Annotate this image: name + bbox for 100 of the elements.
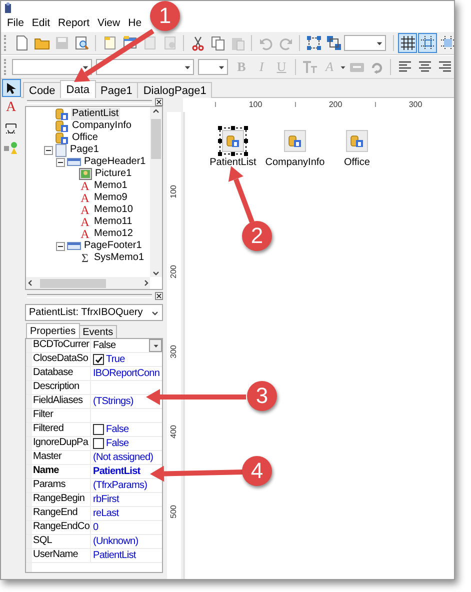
text-object-icon: A <box>79 192 91 204</box>
text-object-icon: A <box>79 216 91 228</box>
ruler-label: 400 <box>170 425 178 439</box>
chevron-down-icon[interactable] <box>151 308 159 316</box>
property-value[interactable]: PatientList <box>93 466 140 478</box>
close-icon[interactable] <box>155 98 163 106</box>
tree-item[interactable]: PageFooter1 <box>83 240 143 252</box>
grid-button[interactable] <box>398 33 417 53</box>
property-value[interactable]: (Unknown) <box>93 536 138 548</box>
property-value[interactable]: (TfrxParams) <box>93 480 148 492</box>
band-icon <box>4 121 18 135</box>
scrollbar[interactable] <box>150 107 162 277</box>
dataset-object[interactable] <box>218 126 248 156</box>
checkbox[interactable] <box>93 354 104 365</box>
property-value[interactable]: rbFirst <box>93 494 119 506</box>
text-object-icon: Σ <box>79 252 91 264</box>
scroll-thumb[interactable] <box>151 119 161 159</box>
checkbox[interactable] <box>93 424 104 435</box>
menu-item[interactable]: Edit <box>28 16 54 30</box>
menu-item[interactable]: View <box>94 16 124 30</box>
tree-item[interactable]: Memo10 <box>93 204 134 216</box>
ruler-label: 300 <box>170 345 178 359</box>
group-button[interactable] <box>304 33 323 53</box>
dropdown-caret-icon <box>340 64 346 70</box>
tree-item[interactable]: Memo11 <box>93 216 134 228</box>
property-value[interactable]: PatientList <box>93 550 136 562</box>
collapse-icon[interactable] <box>56 158 65 166</box>
dropdown-field[interactable] <box>344 35 386 51</box>
checkbox[interactable] <box>93 438 104 449</box>
property-name: CloseDataSo <box>32 353 91 366</box>
menu-item[interactable]: Report <box>54 16 94 30</box>
collapse-icon[interactable] <box>44 146 53 154</box>
property-value[interactable]: False <box>106 424 129 436</box>
property-value[interactable]: False <box>93 340 116 352</box>
tree-item[interactable]: CompanyInfo <box>71 120 132 132</box>
menu-item[interactable]: He <box>124 16 146 30</box>
property-value[interactable]: True <box>106 354 125 366</box>
page-icon <box>142 35 158 51</box>
tree-item[interactable]: Page1 <box>69 144 100 156</box>
tab[interactable]: Data <box>60 80 96 98</box>
scroll-right-icon[interactable] <box>142 279 150 287</box>
scroll-up-icon[interactable] <box>152 107 160 115</box>
document-icon <box>14 35 30 51</box>
scroll-thumb[interactable] <box>40 278 106 288</box>
property-name: RangeBegin <box>32 493 91 506</box>
ruler-label: 100 <box>248 100 262 108</box>
align-to-grid-button[interactable] <box>418 33 437 53</box>
text-tool-button[interactable]: A <box>2 99 20 117</box>
property-name: Params <box>32 479 91 492</box>
dropdown-button[interactable] <box>149 339 162 352</box>
scrollbar[interactable] <box>26 277 150 289</box>
ungroup-button[interactable] <box>324 33 343 53</box>
collapse-icon[interactable] <box>56 242 65 250</box>
tree-item[interactable]: Memo9 <box>93 192 128 204</box>
object-selector[interactable]: PatientList: TfrxIBOQuery <box>25 304 163 321</box>
magnifier-icon <box>74 35 90 51</box>
property-value[interactable]: reLast <box>93 508 119 520</box>
property-value[interactable]: IBOReportConn <box>93 368 160 380</box>
property-name: SQL <box>32 535 91 548</box>
property-name: Master <box>32 451 91 464</box>
tree-item[interactable]: PageHeader1 <box>83 156 147 168</box>
pointer-icon <box>6 82 16 94</box>
clipboard-icon <box>230 35 246 51</box>
tree-item[interactable]: PatientList <box>71 108 120 120</box>
tree-item[interactable]: Office <box>71 132 99 144</box>
tree-item[interactable]: Memo12 <box>93 228 134 240</box>
dropdown-field[interactable] <box>12 59 92 75</box>
band-icon <box>67 242 81 250</box>
page-icon <box>162 35 178 51</box>
floppy-icon <box>54 35 70 51</box>
dataset-label: Office <box>344 157 370 168</box>
property-value[interactable]: (Not assigned) <box>93 452 154 464</box>
scroll-down-icon[interactable] <box>152 269 160 277</box>
tree-item[interactable]: Picture1 <box>94 168 133 180</box>
tab[interactable]: Properties <box>26 323 80 338</box>
close-icon[interactable] <box>155 292 163 300</box>
property-name: Filter <box>32 409 91 422</box>
tab[interactable]: Code <box>23 82 62 98</box>
menu-item[interactable]: File <box>3 16 28 30</box>
caret-icon <box>218 64 225 70</box>
tab[interactable]: Events <box>78 325 118 338</box>
property-value[interactable]: False <box>106 438 129 450</box>
ungroup-icon <box>326 35 342 51</box>
property-value[interactable]: (TStrings) <box>93 396 134 408</box>
property-value[interactable]: 0 <box>93 522 98 534</box>
scroll-left-icon[interactable] <box>26 279 34 287</box>
grid-icon <box>420 35 436 51</box>
band-icon <box>67 158 81 166</box>
tab[interactable]: DialogPage1 <box>137 82 212 98</box>
page-icon <box>55 144 67 156</box>
dropdown-field[interactable] <box>96 59 194 75</box>
text-object-icon: A <box>79 204 91 216</box>
dropdown-field[interactable] <box>198 59 228 75</box>
pointer-tool-button[interactable] <box>2 79 20 97</box>
property-name: Name <box>32 465 91 478</box>
tree-item[interactable]: Memo1 <box>93 180 128 192</box>
tree-item[interactable]: SysMemo1 <box>93 252 146 264</box>
tab[interactable]: Page1 <box>94 82 138 98</box>
property-name: RangeEndCo <box>32 521 91 534</box>
property-name: Description <box>32 381 91 394</box>
